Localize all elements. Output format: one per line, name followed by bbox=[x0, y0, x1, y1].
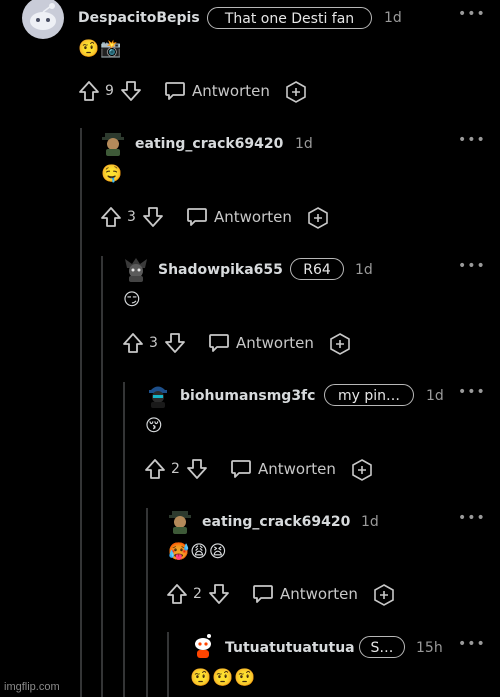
reply-icon[interactable] bbox=[230, 459, 252, 479]
award-icon[interactable] bbox=[351, 459, 373, 481]
comment-body: 😏 bbox=[123, 290, 142, 310]
thread-line-1[interactable] bbox=[80, 128, 82, 697]
snoo-avatar-icon[interactable] bbox=[22, 0, 64, 39]
reply-button[interactable]: Antworten bbox=[214, 208, 292, 226]
username[interactable]: DespacitoBepis bbox=[78, 10, 200, 26]
user-flair: S… bbox=[359, 636, 405, 658]
reply-button[interactable]: Antworten bbox=[258, 460, 336, 478]
thread-line-5[interactable] bbox=[167, 632, 169, 697]
upvote-icon[interactable] bbox=[122, 332, 144, 354]
award-icon[interactable] bbox=[285, 81, 307, 103]
more-dots-icon[interactable]: ••• bbox=[458, 636, 486, 652]
timestamp: 1d bbox=[355, 262, 373, 278]
downvote-icon[interactable] bbox=[164, 332, 186, 354]
downvote-icon[interactable] bbox=[120, 80, 142, 102]
upvote-icon[interactable] bbox=[100, 206, 122, 228]
reply-icon[interactable] bbox=[208, 333, 230, 353]
more-dots-icon[interactable]: ••• bbox=[458, 6, 486, 22]
vote-count: 2 bbox=[193, 586, 202, 602]
comment-body: 🤨📸 bbox=[78, 39, 123, 59]
reply-icon[interactable] bbox=[164, 81, 186, 101]
award-icon[interactable] bbox=[373, 584, 395, 606]
downvote-icon[interactable] bbox=[142, 206, 164, 228]
comment-body: 🤤 bbox=[101, 164, 124, 184]
vote-count: 2 bbox=[171, 461, 180, 477]
user-avatar-icon[interactable] bbox=[145, 382, 171, 408]
username[interactable]: Tutuatutuatutua bbox=[225, 640, 355, 656]
username[interactable]: eating_crack69420 bbox=[202, 514, 350, 530]
more-dots-icon[interactable]: ••• bbox=[458, 258, 486, 274]
timestamp: 1d bbox=[384, 10, 402, 26]
user-avatar-icon[interactable] bbox=[123, 256, 149, 282]
reply-button[interactable]: Antworten bbox=[280, 585, 358, 603]
comment-body: 🥵😩😫 bbox=[168, 542, 228, 562]
timestamp: 15h bbox=[416, 640, 443, 656]
comment-body: 😚 bbox=[145, 416, 164, 436]
reply-icon[interactable] bbox=[252, 584, 274, 604]
snoo-avatar-icon[interactable] bbox=[190, 634, 216, 660]
upvote-icon[interactable] bbox=[144, 458, 166, 480]
user-flair: That one Desti fan bbox=[207, 7, 372, 29]
username[interactable]: eating_crack69420 bbox=[135, 136, 283, 152]
user-avatar-icon[interactable] bbox=[167, 508, 193, 534]
downvote-icon[interactable] bbox=[208, 583, 230, 605]
user-flair: R64 bbox=[290, 258, 344, 280]
timestamp: 1d bbox=[295, 136, 313, 152]
user-avatar-icon[interactable] bbox=[100, 130, 126, 156]
award-icon[interactable] bbox=[307, 207, 329, 229]
reply-button[interactable]: Antworten bbox=[192, 82, 270, 100]
username[interactable]: Shadowpika655 bbox=[158, 262, 283, 278]
more-dots-icon[interactable]: ••• bbox=[458, 132, 486, 148]
thread-line-4[interactable] bbox=[146, 508, 148, 697]
more-dots-icon[interactable]: ••• bbox=[458, 510, 486, 526]
user-flair: my pin… bbox=[324, 384, 414, 406]
timestamp: 1d bbox=[426, 388, 444, 404]
comment-body: 🤨🤨🤨 bbox=[190, 668, 257, 688]
timestamp: 1d bbox=[361, 514, 379, 530]
thread-line-2[interactable] bbox=[101, 256, 103, 697]
vote-count: 3 bbox=[127, 209, 136, 225]
vote-count: 9 bbox=[105, 83, 114, 99]
award-icon[interactable] bbox=[329, 333, 351, 355]
upvote-icon[interactable] bbox=[78, 80, 100, 102]
watermark: imgflip.com bbox=[4, 681, 60, 693]
vote-count: 3 bbox=[149, 335, 158, 351]
reply-button[interactable]: Antworten bbox=[236, 334, 314, 352]
reply-icon[interactable] bbox=[186, 207, 208, 227]
more-dots-icon[interactable]: ••• bbox=[458, 384, 486, 400]
thread-line-3[interactable] bbox=[123, 382, 125, 697]
username[interactable]: biohumansmg3fc bbox=[180, 388, 315, 404]
downvote-icon[interactable] bbox=[186, 458, 208, 480]
upvote-icon[interactable] bbox=[166, 583, 188, 605]
